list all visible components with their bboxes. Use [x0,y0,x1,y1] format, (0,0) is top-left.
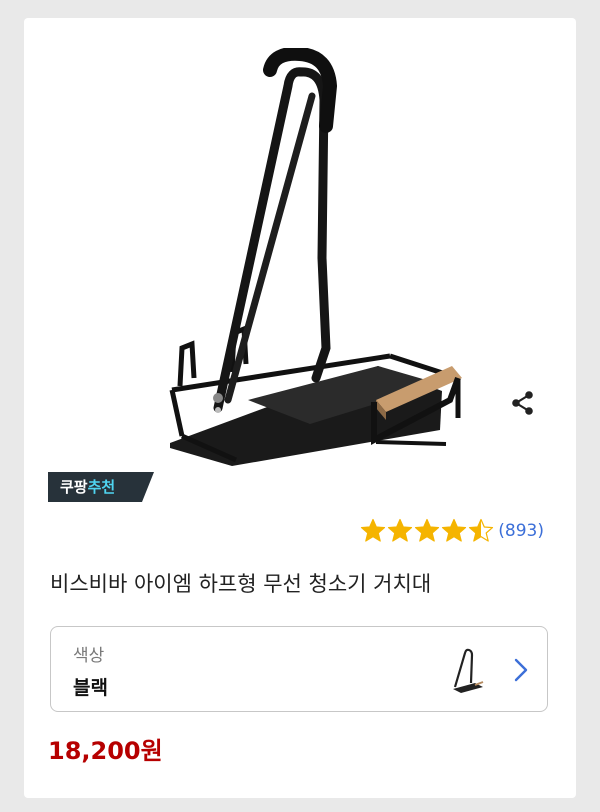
product-price: 18,200원 [48,737,163,765]
product-title: 비스비바 아이엠 하프형 무선 청소기 거치대 [50,572,432,596]
option-value: 블랙 [73,677,108,699]
product-image[interactable] [140,48,470,468]
product-rating[interactable]: (893) [360,518,544,544]
share-icon [512,391,533,415]
star-icon [361,518,386,542]
rating-stars [360,518,495,544]
badge-text-part2: 추천 [87,478,116,496]
chevron-right-icon [514,658,528,682]
option-label: 색상 [73,646,105,666]
product-card: 쿠팡추천 (893) 비스비바 아이엠 하프형 무선 청소기 거치대 색상 블랙… [24,18,576,798]
star-icon [469,518,494,542]
rating-count: (893) [498,521,544,541]
share-button[interactable] [506,386,540,420]
color-option-selector[interactable]: 색상 블랙 [50,626,548,712]
option-thumbnail [453,648,484,693]
star-icon [388,518,413,542]
star-icon [415,518,440,542]
badge-text-part1: 쿠팡 [60,478,88,496]
star-icon [442,518,467,542]
coupang-recommend-badge: 쿠팡추천 [48,472,154,502]
